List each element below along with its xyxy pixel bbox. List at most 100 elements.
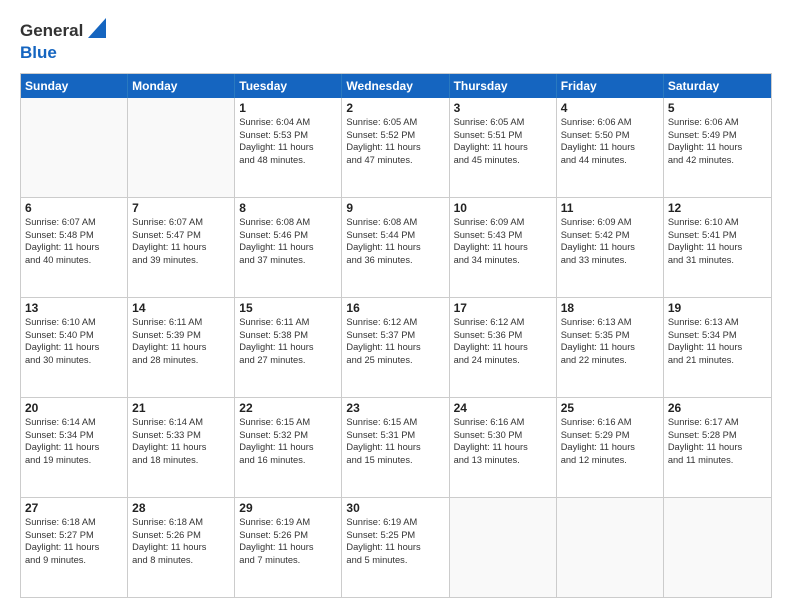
calendar-cell xyxy=(21,98,128,197)
cell-info-line: Daylight: 11 hours xyxy=(561,441,659,454)
cell-info-line: Daylight: 11 hours xyxy=(668,241,767,254)
cell-info-line: and 31 minutes. xyxy=(668,254,767,267)
day-number: 11 xyxy=(561,201,659,215)
cell-info-line: Sunset: 5:46 PM xyxy=(239,229,337,242)
day-number: 22 xyxy=(239,401,337,415)
day-number: 13 xyxy=(25,301,123,315)
cell-info-line: Daylight: 11 hours xyxy=(454,341,552,354)
cell-info-line: Sunset: 5:36 PM xyxy=(454,329,552,342)
cell-info-line: Sunset: 5:25 PM xyxy=(346,529,444,542)
cell-info-line: and 22 minutes. xyxy=(561,354,659,367)
cell-info-line: Sunrise: 6:08 AM xyxy=(239,216,337,229)
cell-info-line: Sunrise: 6:15 AM xyxy=(239,416,337,429)
cell-info-line: Daylight: 11 hours xyxy=(239,541,337,554)
cell-info-line: Sunset: 5:50 PM xyxy=(561,129,659,142)
cell-info-line: Daylight: 11 hours xyxy=(346,441,444,454)
calendar-cell: 13Sunrise: 6:10 AMSunset: 5:40 PMDayligh… xyxy=(21,298,128,397)
cell-info-line: Sunset: 5:34 PM xyxy=(668,329,767,342)
calendar-cell: 6Sunrise: 6:07 AMSunset: 5:48 PMDaylight… xyxy=(21,198,128,297)
cell-info-line: Sunrise: 6:09 AM xyxy=(454,216,552,229)
cell-info-line: Sunrise: 6:05 AM xyxy=(346,116,444,129)
calendar-cell: 28Sunrise: 6:18 AMSunset: 5:26 PMDayligh… xyxy=(128,498,235,597)
cell-info-line: Sunrise: 6:14 AM xyxy=(25,416,123,429)
cell-info-line: and 7 minutes. xyxy=(239,554,337,567)
cell-info-line: Daylight: 11 hours xyxy=(239,241,337,254)
calendar-cell: 10Sunrise: 6:09 AMSunset: 5:43 PMDayligh… xyxy=(450,198,557,297)
calendar-body: 1Sunrise: 6:04 AMSunset: 5:53 PMDaylight… xyxy=(21,98,771,597)
cell-info-line: Sunset: 5:33 PM xyxy=(132,429,230,442)
day-number: 6 xyxy=(25,201,123,215)
cell-info-line: Sunrise: 6:10 AM xyxy=(668,216,767,229)
day-number: 16 xyxy=(346,301,444,315)
cell-info-line: Daylight: 11 hours xyxy=(668,441,767,454)
calendar-cell: 3Sunrise: 6:05 AMSunset: 5:51 PMDaylight… xyxy=(450,98,557,197)
page: General Blue SundayMondayTuesdayWednesda… xyxy=(0,0,792,612)
cell-info-line: Daylight: 11 hours xyxy=(132,541,230,554)
header-cell-tuesday: Tuesday xyxy=(235,74,342,98)
cell-info-line: and 45 minutes. xyxy=(454,154,552,167)
calendar-cell: 19Sunrise: 6:13 AMSunset: 5:34 PMDayligh… xyxy=(664,298,771,397)
cell-info-line: Daylight: 11 hours xyxy=(668,341,767,354)
cell-info-line: and 15 minutes. xyxy=(346,454,444,467)
calendar-cell: 11Sunrise: 6:09 AMSunset: 5:42 PMDayligh… xyxy=(557,198,664,297)
cell-info-line: Sunrise: 6:14 AM xyxy=(132,416,230,429)
logo-general-text: General xyxy=(20,21,83,41)
day-number: 21 xyxy=(132,401,230,415)
calendar-header: SundayMondayTuesdayWednesdayThursdayFrid… xyxy=(21,74,771,98)
calendar-cell: 7Sunrise: 6:07 AMSunset: 5:47 PMDaylight… xyxy=(128,198,235,297)
cell-info-line: Daylight: 11 hours xyxy=(132,241,230,254)
header-cell-saturday: Saturday xyxy=(664,74,771,98)
day-number: 9 xyxy=(346,201,444,215)
cell-info-line: Daylight: 11 hours xyxy=(454,241,552,254)
cell-info-line: and 33 minutes. xyxy=(561,254,659,267)
calendar-cell: 2Sunrise: 6:05 AMSunset: 5:52 PMDaylight… xyxy=(342,98,449,197)
cell-info-line: Daylight: 11 hours xyxy=(561,341,659,354)
cell-info-line: Sunset: 5:42 PM xyxy=(561,229,659,242)
cell-info-line: and 47 minutes. xyxy=(346,154,444,167)
header-cell-thursday: Thursday xyxy=(450,74,557,98)
day-number: 1 xyxy=(239,101,337,115)
cell-info-line: Sunrise: 6:06 AM xyxy=(668,116,767,129)
cell-info-line: Sunrise: 6:05 AM xyxy=(454,116,552,129)
cell-info-line: Daylight: 11 hours xyxy=(561,241,659,254)
cell-info-line: and 39 minutes. xyxy=(132,254,230,267)
cell-info-line: Sunset: 5:47 PM xyxy=(132,229,230,242)
calendar-cell: 25Sunrise: 6:16 AMSunset: 5:29 PMDayligh… xyxy=(557,398,664,497)
day-number: 2 xyxy=(346,101,444,115)
cell-info-line: and 16 minutes. xyxy=(239,454,337,467)
day-number: 28 xyxy=(132,501,230,515)
calendar-cell: 9Sunrise: 6:08 AMSunset: 5:44 PMDaylight… xyxy=(342,198,449,297)
cell-info-line: Sunset: 5:40 PM xyxy=(25,329,123,342)
cell-info-line: Sunrise: 6:07 AM xyxy=(25,216,123,229)
cell-info-line: Daylight: 11 hours xyxy=(346,341,444,354)
cell-info-line: Daylight: 11 hours xyxy=(346,541,444,554)
cell-info-line: Sunset: 5:26 PM xyxy=(132,529,230,542)
logo: General Blue xyxy=(20,18,106,63)
cell-info-line: Daylight: 11 hours xyxy=(132,341,230,354)
calendar-cell: 14Sunrise: 6:11 AMSunset: 5:39 PMDayligh… xyxy=(128,298,235,397)
cell-info-line: Sunrise: 6:11 AM xyxy=(239,316,337,329)
cell-info-line: Daylight: 11 hours xyxy=(239,141,337,154)
day-number: 23 xyxy=(346,401,444,415)
cell-info-line: and 30 minutes. xyxy=(25,354,123,367)
calendar-cell: 1Sunrise: 6:04 AMSunset: 5:53 PMDaylight… xyxy=(235,98,342,197)
calendar-cell: 15Sunrise: 6:11 AMSunset: 5:38 PMDayligh… xyxy=(235,298,342,397)
header-cell-wednesday: Wednesday xyxy=(342,74,449,98)
cell-info-line: Daylight: 11 hours xyxy=(132,441,230,454)
cell-info-line: Sunrise: 6:07 AM xyxy=(132,216,230,229)
calendar: SundayMondayTuesdayWednesdayThursdayFrid… xyxy=(20,73,772,598)
cell-info-line: Sunrise: 6:17 AM xyxy=(668,416,767,429)
calendar-row-2: 6Sunrise: 6:07 AMSunset: 5:48 PMDaylight… xyxy=(21,197,771,297)
cell-info-line: Sunrise: 6:09 AM xyxy=(561,216,659,229)
cell-info-line: Sunrise: 6:19 AM xyxy=(239,516,337,529)
cell-info-line: Sunrise: 6:08 AM xyxy=(346,216,444,229)
cell-info-line: and 21 minutes. xyxy=(668,354,767,367)
cell-info-line: Sunset: 5:51 PM xyxy=(454,129,552,142)
cell-info-line: and 18 minutes. xyxy=(132,454,230,467)
calendar-cell: 4Sunrise: 6:06 AMSunset: 5:50 PMDaylight… xyxy=(557,98,664,197)
calendar-row-5: 27Sunrise: 6:18 AMSunset: 5:27 PMDayligh… xyxy=(21,497,771,597)
cell-info-line: and 40 minutes. xyxy=(25,254,123,267)
calendar-cell: 24Sunrise: 6:16 AMSunset: 5:30 PMDayligh… xyxy=(450,398,557,497)
cell-info-line: Sunset: 5:49 PM xyxy=(668,129,767,142)
header-cell-friday: Friday xyxy=(557,74,664,98)
